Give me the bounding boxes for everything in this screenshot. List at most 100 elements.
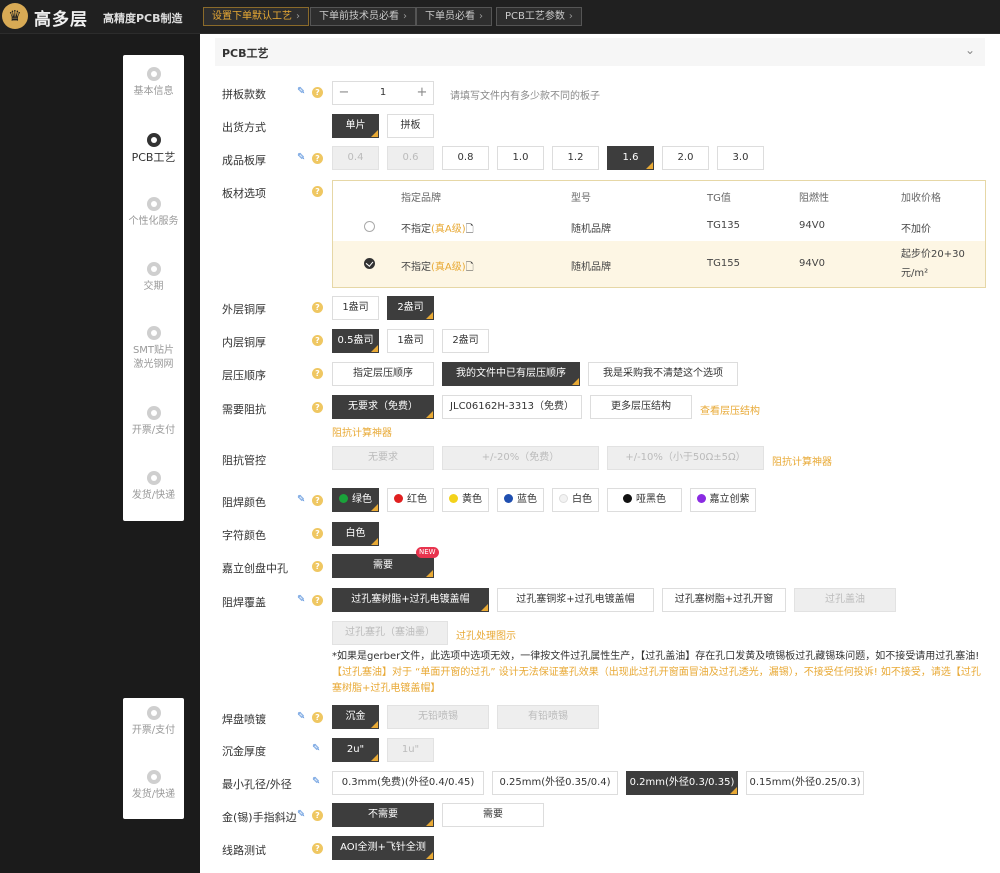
help-icon[interactable]: ? [312,595,323,606]
min-hole-option[interactable]: 0.25mm(外径0.35/0.4) [492,771,618,795]
edit-pencil-icon[interactable]: ✎ [297,86,305,97]
thickness-option[interactable]: 0.8 [442,146,489,170]
edit-pencil-icon[interactable]: ✎ [312,743,320,754]
gold-thickness-option[interactable]: 2u" [332,738,379,762]
impedance-calc-link[interactable]: 阻抗计算神器 [332,424,392,439]
minus-button[interactable]: − [333,82,355,104]
mask-color-yellow[interactable]: 黄色 [442,488,489,512]
surface-option[interactable]: 无铅喷锡 [387,705,489,729]
impedance-control-option[interactable]: +/-20%（免费） [442,446,599,470]
edit-pencil-icon[interactable]: ✎ [297,152,305,163]
via-cover-option[interactable]: 过孔塞树脂+过孔电镀盖帽 [332,588,489,612]
via-cover-option[interactable]: 过孔塞铜浆+过孔电镀盖帽 [497,588,654,612]
surface-option[interactable]: 有铅喷锡 [497,705,599,729]
edit-pencil-icon[interactable]: ✎ [312,776,320,787]
radio-button-selected[interactable] [364,258,375,269]
inner-copper-option[interactable]: 1盎司 [387,329,434,353]
thickness-option[interactable]: 3.0 [717,146,764,170]
topnav-pcb-params[interactable]: PCB工艺参数 › [496,7,582,26]
document-icon[interactable]: 🗋 [466,224,474,235]
help-icon[interactable]: ? [312,843,323,854]
stack-order-option[interactable]: 我是采购我不清楚这个选项 [588,362,738,386]
help-icon[interactable]: ? [312,402,323,413]
impedance-option[interactable]: 无要求（免费） [332,395,434,419]
gold-finger-option[interactable]: 需要 [442,803,544,827]
help-icon[interactable]: ? [312,495,323,506]
topnav-order-guide[interactable]: 下单员必看 › [416,7,492,26]
document-icon[interactable]: 🗋 [466,262,474,273]
step-invoice-pay-bottom[interactable]: 开票/支付 [123,706,184,738]
help-icon[interactable]: ? [312,87,323,98]
outer-copper-option[interactable]: 2盎司 [387,296,434,320]
label-material: 板材选项 [222,187,266,200]
view-stackup-link[interactable]: 查看层压结构 [700,402,760,417]
min-hole-option[interactable]: 0.15mm(外径0.25/0.3) [746,771,864,795]
test-option[interactable]: AOI全测+飞针全测 [332,836,434,860]
help-icon[interactable]: ? [312,335,323,346]
step-shipping-bottom[interactable]: 发货/快递 [123,770,184,802]
mask-color-matte-black[interactable]: 哑黑色 [607,488,682,512]
min-hole-option[interactable]: 0.3mm(免费)(外径0.4/0.45) [332,771,484,795]
via-cover-option[interactable]: 过孔塞孔（塞油墨） [332,621,448,645]
gold-finger-option[interactable]: 不需要 [332,803,434,827]
help-icon[interactable]: ? [312,810,323,821]
mask-color-blue[interactable]: 蓝色 [497,488,544,512]
table-row[interactable]: 不指定(真A级)🗋 随机品牌 TG155 94V0 起步价20+30元/m² [333,241,985,287]
mask-color-white[interactable]: 白色 [552,488,599,512]
impedance-control-option[interactable]: 无要求 [332,446,434,470]
thickness-option[interactable]: 1.6 [607,146,654,170]
help-icon[interactable]: ? [312,302,323,313]
thickness-option[interactable]: 1.2 [552,146,599,170]
step-pcb-process[interactable]: PCB工艺 [123,133,184,165]
step-shipping[interactable]: 发货/快递 [123,471,184,503]
via-cover-option[interactable]: 过孔塞树脂+过孔开窗 [662,588,786,612]
gold-thickness-option[interactable]: 1u" [387,738,434,762]
step-smt[interactable]: SMT贴片 激光钢网 [123,326,184,372]
thickness-option[interactable]: 0.6 [387,146,434,170]
thickness-option[interactable]: 2.0 [662,146,709,170]
stack-order-option[interactable]: 我的文件中已有层压顺序 [442,362,580,386]
edit-pencil-icon[interactable]: ✎ [297,809,305,820]
edit-pencil-icon[interactable]: ✎ [297,711,305,722]
help-icon[interactable]: ? [312,528,323,539]
thickness-option[interactable]: 0.4 [332,146,379,170]
help-icon[interactable]: ? [312,561,323,572]
help-icon[interactable]: ? [312,368,323,379]
help-icon[interactable]: ? [312,186,323,197]
via-diagram-link[interactable]: 过孔处理图示 [456,627,516,642]
impedance-calc-link-2[interactable]: 阻抗计算神器 [772,453,832,468]
ship-panel-option[interactable]: 拼板 [387,114,434,138]
step-invoice-pay[interactable]: 开票/支付 [123,406,184,438]
stack-order-option[interactable]: 指定层压顺序 [332,362,434,386]
topnav-default-process[interactable]: 设置下单默认工艺 › [203,7,309,26]
outer-copper-option[interactable]: 1盎司 [332,296,379,320]
via-cover-option[interactable]: 过孔盖油 [794,588,896,612]
chevron-down-icon[interactable]: ⌄ [965,43,975,57]
step-custom-service[interactable]: 个性化服务 [123,197,184,229]
section-header[interactable]: PCB工艺 ⌄ [215,38,985,66]
thickness-option[interactable]: 1.0 [497,146,544,170]
ship-single-option[interactable]: 单片 [332,114,379,138]
panel-count-input[interactable]: 1 [357,82,409,104]
edit-pencil-icon[interactable]: ✎ [297,494,305,505]
help-icon[interactable]: ? [312,153,323,164]
plus-button[interactable]: + [411,82,433,104]
impedance-option[interactable]: JLC06162H-3313（免费） [442,395,582,419]
radio-button[interactable] [364,221,375,232]
edit-pencil-icon[interactable]: ✎ [297,594,305,605]
mask-color-red[interactable]: 红色 [387,488,434,512]
silk-color-white[interactable]: 白色 [332,522,379,546]
table-row[interactable]: 不指定(真A级)🗋 随机品牌 TG135 94V0 不加价 [333,211,985,241]
impedance-control-option[interactable]: +/-10%（小于50Ω±5Ω） [607,446,764,470]
surface-option[interactable]: 沉金 [332,705,379,729]
mask-color-purple[interactable]: 嘉立创紫 [690,488,756,512]
help-icon[interactable]: ? [312,712,323,723]
inner-copper-option[interactable]: 0.5盎司 [332,329,379,353]
mask-color-green[interactable]: 绿色 [332,488,379,512]
min-hole-option[interactable]: 0.2mm(外径0.3/0.35) [626,771,738,795]
inner-copper-option[interactable]: 2盎司 [442,329,489,353]
step-delivery-time[interactable]: 交期 [123,262,184,294]
topnav-tech-guide[interactable]: 下单前技术员必看 › [310,7,416,26]
step-basic-info[interactable]: 基本信息 [123,67,184,99]
impedance-option[interactable]: 更多层压结构 [590,395,692,419]
